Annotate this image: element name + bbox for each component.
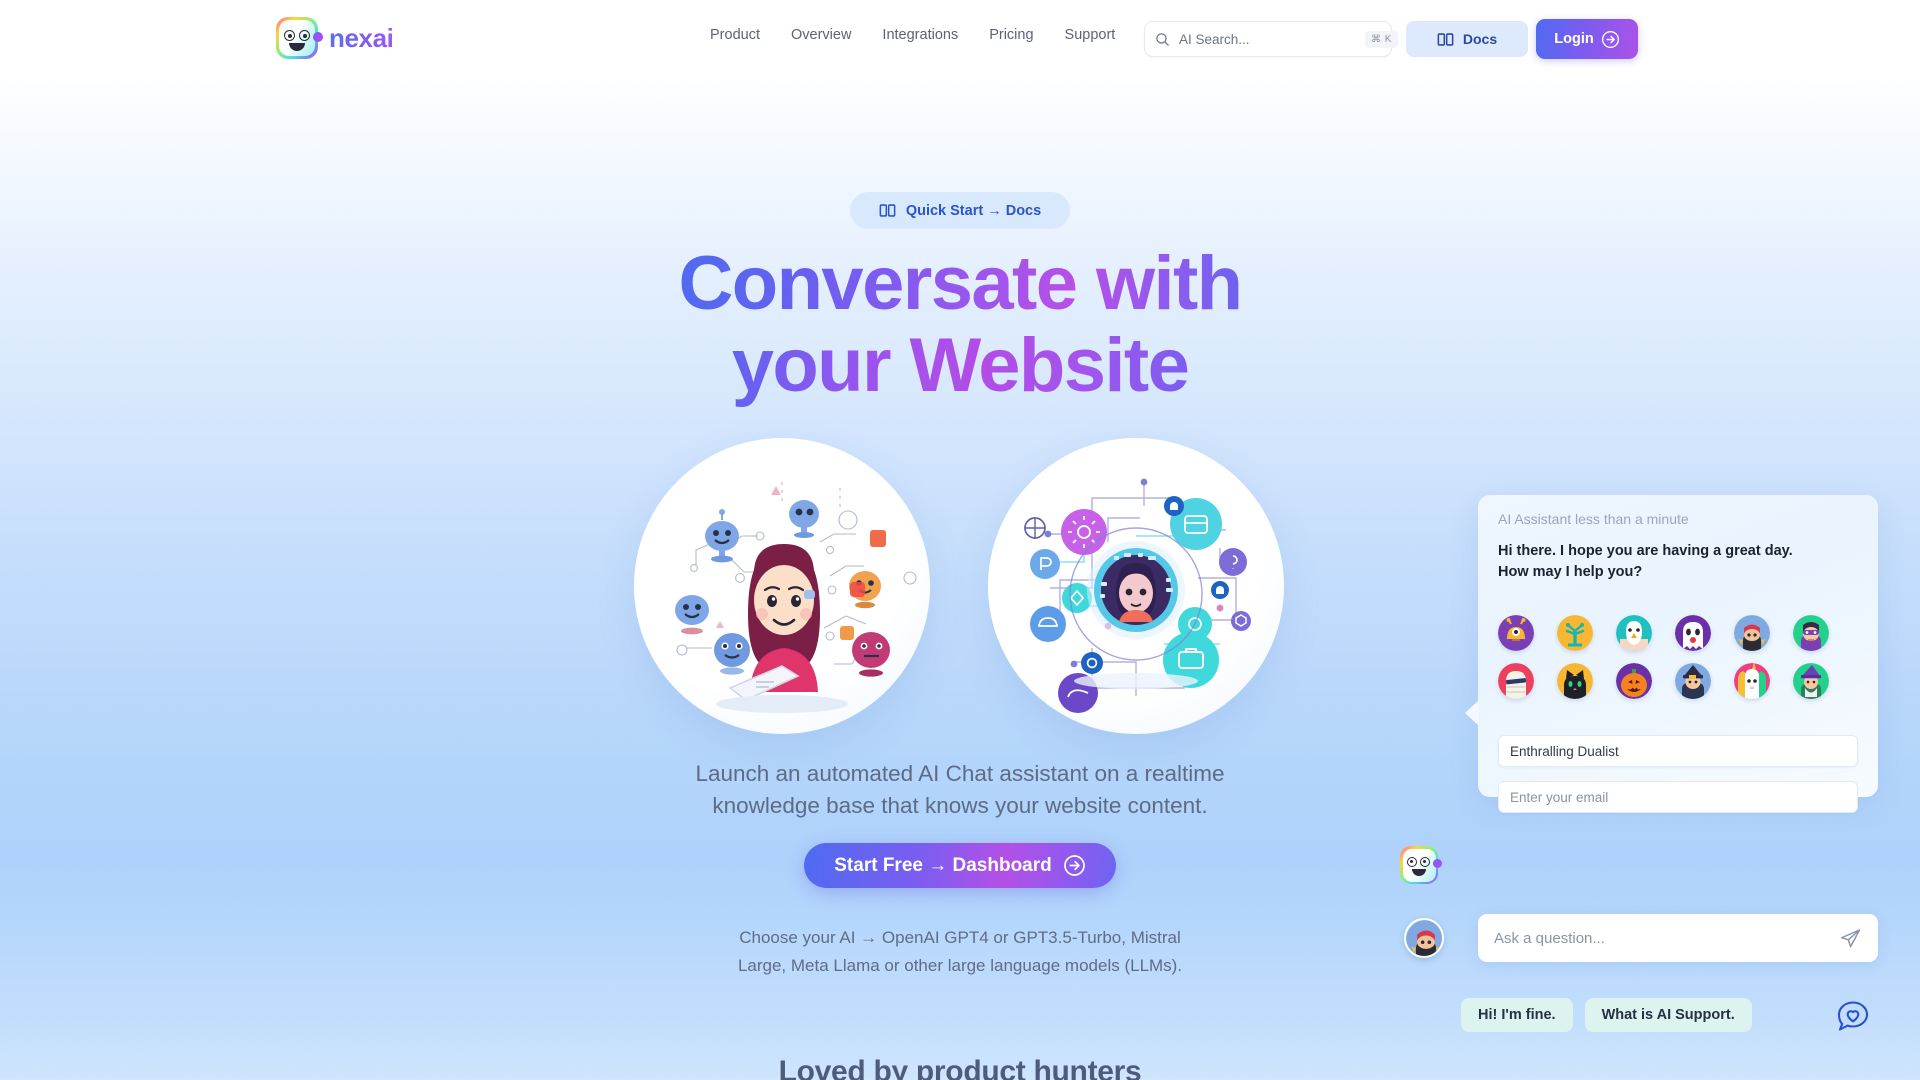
search-icon bbox=[1156, 32, 1169, 46]
chat-user-avatar bbox=[1404, 918, 1444, 958]
quick-start-badge[interactable]: Quick Start → Docs bbox=[850, 192, 1070, 229]
login-button[interactable]: Login bbox=[1536, 19, 1638, 59]
avatar-mummy-red-icon[interactable] bbox=[1498, 663, 1534, 699]
chat-message-meta: AI Assistant less than a minute bbox=[1498, 511, 1689, 527]
ai-network-avatar-nodes-illustration bbox=[1024, 478, 1251, 713]
arrow-right-circle-icon bbox=[1063, 855, 1085, 876]
quick-reply-chip-1[interactable]: Hi! I'm fine. bbox=[1461, 998, 1573, 1032]
chat-heart-icon bbox=[1837, 1001, 1869, 1031]
login-button-label: Login bbox=[1554, 31, 1594, 47]
nav-item-support[interactable]: Support bbox=[1065, 27, 1116, 43]
start-free-dashboard-button[interactable]: Start Free → Dashboard bbox=[804, 843, 1116, 888]
arrow-right-circle-icon bbox=[1601, 30, 1619, 48]
avatar-picker-grid bbox=[1498, 615, 1858, 699]
quick-start-badge-label: Quick Start → Docs bbox=[905, 202, 1042, 219]
hero-illustration-right bbox=[988, 438, 1284, 734]
brand-logo[interactable]: nexai bbox=[276, 17, 394, 59]
nav-item-product[interactable]: Product bbox=[710, 27, 760, 43]
main-nav: Product Overview Integrations Pricing Su… bbox=[710, 27, 1115, 43]
brand-name: nexai bbox=[329, 22, 394, 53]
docs-button[interactable]: Docs bbox=[1406, 21, 1528, 57]
avatar-ghost-purple-icon[interactable] bbox=[1675, 615, 1711, 651]
girl-with-tablet-and-chatbots-illustration bbox=[675, 482, 917, 713]
models-line-2: Large, Meta Llama or other large languag… bbox=[737, 956, 1183, 975]
send-paper-plane-icon[interactable] bbox=[1839, 927, 1862, 950]
avatar-superhero-green-icon[interactable] bbox=[1793, 615, 1829, 651]
chat-bot-message-line-2: How may I help you? bbox=[1498, 564, 1643, 580]
chat-name-input[interactable] bbox=[1498, 735, 1858, 767]
search-input[interactable] bbox=[1179, 31, 1356, 47]
headline-line-2: your Website bbox=[731, 323, 1190, 408]
page-title: Conversate with your Website bbox=[0, 243, 1920, 407]
chat-launcher-button[interactable] bbox=[1836, 1000, 1870, 1034]
avatar-alien-yellow-icon[interactable] bbox=[1557, 615, 1593, 651]
search-shortcut-badge: ⌘ K bbox=[1365, 30, 1398, 48]
avatar-ninja-blue-icon[interactable] bbox=[1734, 615, 1770, 651]
chat-ask-bar[interactable] bbox=[1478, 914, 1878, 962]
avatar-wizard-green-icon[interactable] bbox=[1793, 663, 1829, 699]
models-line-1: Choose your AI → OpenAI GPT4 or GPT3.5-T… bbox=[739, 928, 1181, 947]
hero-subtitle-line-2: knowledge base that knows your website c… bbox=[712, 793, 1208, 818]
chat-bot-message: Hi there. I hope you are having a great … bbox=[1498, 541, 1838, 583]
quick-reply-chip-2[interactable]: What is AI Support. bbox=[1584, 998, 1752, 1032]
chat-ask-input[interactable] bbox=[1494, 929, 1839, 947]
site-header: nexai Product Overview Integrations Pric… bbox=[0, 0, 1920, 78]
docs-button-label: Docs bbox=[1462, 31, 1498, 47]
nexai-face-logo-icon bbox=[276, 17, 323, 59]
headline-line-1: Conversate with bbox=[678, 241, 1243, 326]
quick-reply-chips: Hi! I'm fine. What is AI Support. bbox=[1461, 998, 1752, 1032]
book-icon bbox=[879, 204, 896, 217]
search-box[interactable]: ⌘ K bbox=[1144, 21, 1398, 57]
avatar-monster-purple-icon[interactable] bbox=[1498, 615, 1534, 651]
avatar-unicorn-pink-icon[interactable] bbox=[1734, 663, 1770, 699]
cta-label: Start Free → Dashboard bbox=[834, 854, 1052, 876]
chat-bot-message-line-1: Hi there. I hope you are having a great … bbox=[1498, 543, 1793, 559]
hero-illustration-left bbox=[634, 438, 930, 734]
nav-item-overview[interactable]: Overview bbox=[791, 27, 851, 43]
hero-subtitle-line-1: Launch an automated AI Chat assistant on… bbox=[695, 761, 1225, 786]
avatar-pumpkin-purple-icon[interactable] bbox=[1616, 663, 1652, 699]
chat-panel: AI Assistant less than a minute Hi there… bbox=[1465, 495, 1878, 813]
avatar-witch-blue-icon[interactable] bbox=[1675, 663, 1711, 699]
avatar-cat-orange-icon[interactable] bbox=[1557, 663, 1593, 699]
nav-item-pricing[interactable]: Pricing bbox=[989, 27, 1033, 43]
nav-item-integrations[interactable]: Integrations bbox=[882, 27, 958, 43]
chat-bot-avatar bbox=[1400, 846, 1442, 884]
chat-email-input[interactable] bbox=[1498, 781, 1858, 813]
book-icon bbox=[1437, 32, 1454, 46]
avatar-eagle-teal-icon[interactable] bbox=[1616, 615, 1652, 651]
social-proof-heading: Loved by product hunters bbox=[778, 1055, 1142, 1080]
